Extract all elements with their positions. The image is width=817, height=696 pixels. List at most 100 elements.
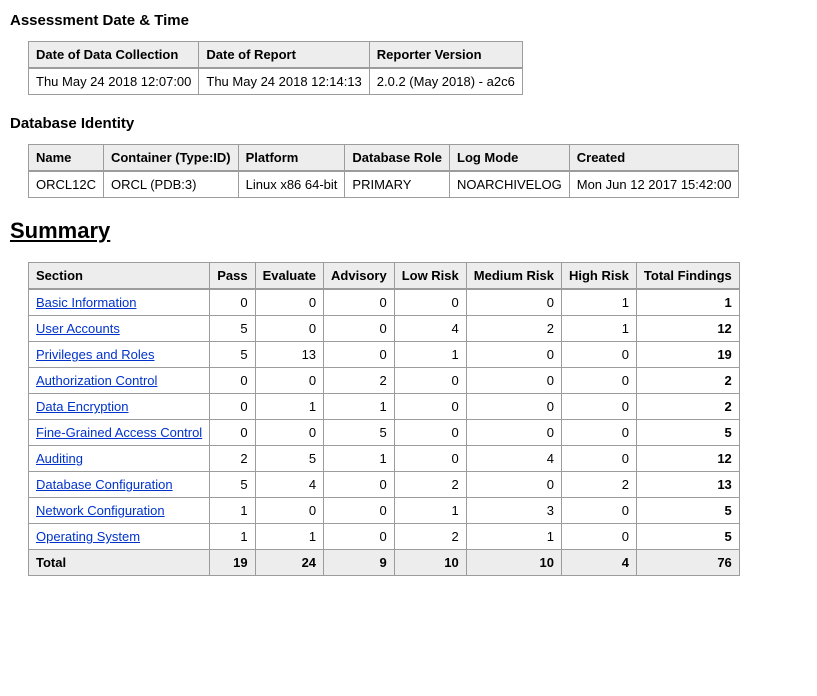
summary-cell-pass: 5: [210, 472, 255, 498]
assessment-th-0: Date of Data Collection: [29, 42, 199, 69]
summary-total-low: 10: [394, 550, 466, 576]
summary-cell-section: Operating System: [29, 524, 210, 550]
identity-th-1: Container (Type:ID): [103, 145, 238, 172]
section-link[interactable]: Data Encryption: [36, 399, 129, 414]
summary-cell-pass: 5: [210, 316, 255, 342]
summary-cell-evaluate: 0: [255, 368, 323, 394]
summary-cell-advisory: 0: [324, 524, 395, 550]
summary-total-evaluate: 24: [255, 550, 323, 576]
identity-heading: Database Identity: [10, 115, 807, 132]
summary-cell-high: 0: [561, 394, 636, 420]
summary-cell-evaluate: 5: [255, 446, 323, 472]
summary-th-advisory: Advisory: [324, 263, 395, 290]
summary-cell-medium: 3: [466, 498, 561, 524]
summary-cell-section: Auditing: [29, 446, 210, 472]
summary-cell-advisory: 0: [324, 316, 395, 342]
summary-table-wrap: Section Pass Evaluate Advisory Low Risk …: [28, 262, 807, 576]
summary-cell-pass: 1: [210, 524, 255, 550]
section-link[interactable]: Network Configuration: [36, 503, 165, 518]
summary-cell-high: 0: [561, 524, 636, 550]
summary-cell-advisory: 0: [324, 498, 395, 524]
table-row: ORCL12C ORCL (PDB:3) Linux x86 64-bit PR…: [29, 171, 739, 198]
summary-cell-pass: 2: [210, 446, 255, 472]
identity-cell-0: ORCL12C: [29, 171, 104, 198]
summary-cell-evaluate: 0: [255, 316, 323, 342]
summary-cell-high: 0: [561, 342, 636, 368]
summary-cell-total: 2: [636, 394, 739, 420]
summary-cell-high: 0: [561, 446, 636, 472]
summary-cell-pass: 0: [210, 394, 255, 420]
identity-cell-3: PRIMARY: [345, 171, 450, 198]
table-row: Fine-Grained Access Control0050005: [29, 420, 740, 446]
summary-cell-low: 4: [394, 316, 466, 342]
summary-cell-low: 2: [394, 524, 466, 550]
identity-cell-5: Mon Jun 12 2017 15:42:00: [569, 171, 739, 198]
summary-cell-high: 0: [561, 498, 636, 524]
section-link[interactable]: User Accounts: [36, 321, 120, 336]
summary-cell-total: 5: [636, 524, 739, 550]
summary-cell-section: Privileges and Roles: [29, 342, 210, 368]
summary-cell-section: Data Encryption: [29, 394, 210, 420]
section-link[interactable]: Auditing: [36, 451, 83, 466]
section-link[interactable]: Operating System: [36, 529, 140, 544]
identity-th-5: Created: [569, 145, 739, 172]
table-row: Auditing25104012: [29, 446, 740, 472]
assessment-th-2: Reporter Version: [369, 42, 522, 69]
summary-cell-low: 0: [394, 420, 466, 446]
summary-heading: Summary: [10, 218, 807, 244]
summary-cell-advisory: 1: [324, 394, 395, 420]
table-row: Privileges and Roles513010019: [29, 342, 740, 368]
summary-cell-low: 2: [394, 472, 466, 498]
summary-th-evaluate: Evaluate: [255, 263, 323, 290]
summary-cell-pass: 0: [210, 368, 255, 394]
summary-th-medium: Medium Risk: [466, 263, 561, 290]
summary-cell-evaluate: 13: [255, 342, 323, 368]
assessment-cell-1: Thu May 24 2018 12:14:13: [199, 68, 369, 95]
section-link[interactable]: Database Configuration: [36, 477, 173, 492]
summary-cell-high: 2: [561, 472, 636, 498]
identity-cell-1: ORCL (PDB:3): [103, 171, 238, 198]
summary-cell-pass: 1: [210, 498, 255, 524]
summary-total-medium: 10: [466, 550, 561, 576]
section-link[interactable]: Privileges and Roles: [36, 347, 155, 362]
summary-cell-pass: 5: [210, 342, 255, 368]
summary-cell-low: 0: [394, 446, 466, 472]
summary-cell-pass: 0: [210, 289, 255, 316]
identity-table-wrap: Name Container (Type:ID) Platform Databa…: [28, 144, 807, 198]
summary-total-advisory: 9: [324, 550, 395, 576]
summary-cell-advisory: 2: [324, 368, 395, 394]
summary-cell-low: 1: [394, 342, 466, 368]
assessment-cell-0: Thu May 24 2018 12:07:00: [29, 68, 199, 95]
summary-cell-low: 0: [394, 368, 466, 394]
table-row: Network Configuration1001305: [29, 498, 740, 524]
summary-cell-section: Basic Information: [29, 289, 210, 316]
summary-cell-total: 19: [636, 342, 739, 368]
summary-cell-advisory: 5: [324, 420, 395, 446]
summary-cell-high: 1: [561, 289, 636, 316]
identity-cell-4: NOARCHIVELOG: [450, 171, 570, 198]
identity-table: Name Container (Type:ID) Platform Databa…: [28, 144, 739, 198]
summary-cell-high: 1: [561, 316, 636, 342]
summary-cell-advisory: 0: [324, 289, 395, 316]
summary-cell-total: 5: [636, 498, 739, 524]
table-row: Operating System1102105: [29, 524, 740, 550]
summary-cell-low: 0: [394, 289, 466, 316]
summary-cell-advisory: 1: [324, 446, 395, 472]
summary-cell-total: 5: [636, 420, 739, 446]
summary-cell-low: 0: [394, 394, 466, 420]
section-link[interactable]: Authorization Control: [36, 373, 157, 388]
summary-cell-medium: 0: [466, 394, 561, 420]
summary-cell-total: 12: [636, 446, 739, 472]
table-row: Data Encryption0110002: [29, 394, 740, 420]
summary-cell-total: 1: [636, 289, 739, 316]
section-link[interactable]: Fine-Grained Access Control: [36, 425, 202, 440]
summary-cell-section: Fine-Grained Access Control: [29, 420, 210, 446]
summary-th-total: Total Findings: [636, 263, 739, 290]
summary-cell-total: 12: [636, 316, 739, 342]
summary-table: Section Pass Evaluate Advisory Low Risk …: [28, 262, 740, 576]
section-link[interactable]: Basic Information: [36, 295, 136, 310]
summary-cell-advisory: 0: [324, 342, 395, 368]
summary-cell-evaluate: 1: [255, 394, 323, 420]
summary-th-section: Section: [29, 263, 210, 290]
assessment-heading: Assessment Date & Time: [10, 12, 807, 29]
